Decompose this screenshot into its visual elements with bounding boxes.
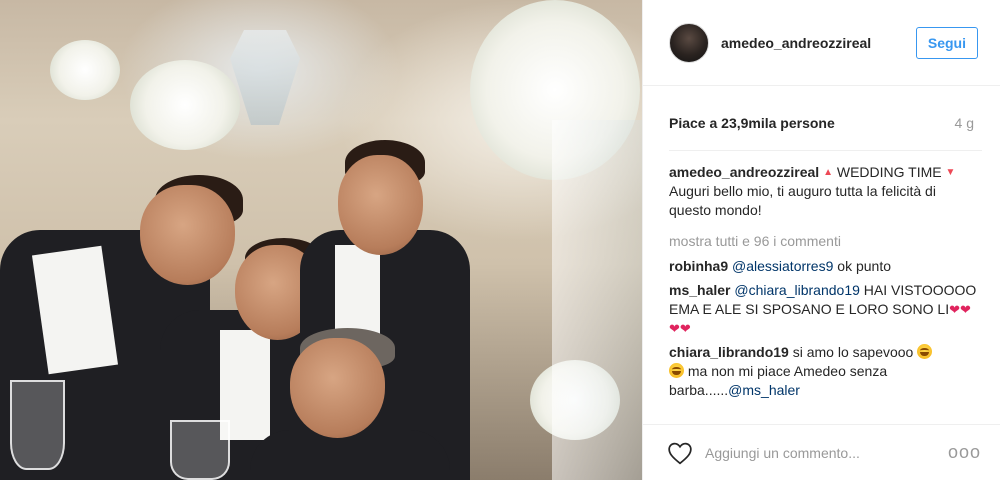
post-header: amedeo_andreozzireal Segui [643,0,1000,86]
smiling-face-icon [917,344,933,359]
smiling-face-icon [669,363,684,378]
comment-mention[interactable]: @chiara_librando19 [734,282,860,298]
comments-list: amedeo_andreozzireal ▲ WEDDING TIME ▼ Au… [643,151,1000,400]
likes-count[interactable]: Piace a 23,9mila persone [669,115,835,131]
flower-arrangement [50,40,120,100]
red-heart-icon: ❤ [669,321,680,336]
post-stats: Piace a 23,9mila persone 4 g [643,86,1000,138]
caption-text-a: WEDDING TIME [836,164,942,180]
red-heart-icon: ❤ [960,302,971,317]
red-triangle-up-icon: ▲ [823,167,833,178]
comment-item: chiara_librando19 si amo lo sapevooo ma … [669,343,978,400]
caption-username[interactable]: amedeo_andreozzireal [669,164,819,180]
caption-text-b: Auguri bello mio, ti auguro tutta la fel… [669,183,936,218]
red-heart-icon: ❤ [949,302,961,317]
person-face [290,338,385,438]
post-photo[interactable] [0,0,642,480]
more-options-icon[interactable]: ooo [948,442,981,463]
comment-username[interactable]: robinha9 [669,258,728,274]
header-username[interactable]: amedeo_andreozzireal [721,35,916,51]
person-face [140,185,235,285]
post-time[interactable]: 4 g [955,115,974,131]
comment-mention[interactable]: @alessiatorres9 [732,258,833,274]
person-suit [250,430,450,480]
comment-username[interactable]: chiara_librando19 [669,344,789,360]
heart-outline-icon[interactable] [667,441,693,465]
comment-item: robinha9 @alessiatorres9 ok punto [669,257,978,276]
show-all-comments-link[interactable]: mostra tutti e 96 i commenti [669,232,978,251]
comment-bar: ooo [643,424,1000,480]
caption: amedeo_andreozzireal ▲ WEDDING TIME ▼ Au… [669,163,978,220]
red-heart-icon: ❤ [679,321,691,336]
flower-arrangement [130,60,240,150]
comment-text: ok punto [837,258,891,274]
comment-username[interactable]: ms_haler [669,282,730,298]
person-face [338,155,423,255]
wine-glass [10,380,65,470]
wine-glass [170,420,230,480]
comment-text: si amo lo sapevooo [792,344,914,360]
comment-mention[interactable]: @ms_haler [728,382,800,398]
post-side-panel: amedeo_andreozzireal Segui Piace a 23,9m… [642,0,1000,480]
chandelier-decoration [230,30,300,125]
glass-pillar [552,120,642,480]
follow-button[interactable]: Segui [915,26,978,59]
comment-item: ms_haler @chiara_librando19 HAI VISTOOOO… [669,281,978,338]
red-triangle-down-icon: ▼ [945,167,956,178]
comment-input[interactable] [705,444,948,461]
avatar[interactable] [669,22,709,63]
